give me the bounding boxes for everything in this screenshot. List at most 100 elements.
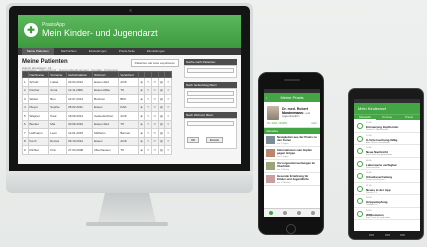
calendar-icon[interactable]: ▦ xyxy=(157,145,166,155)
list-item[interactable]: 24.05. Willkommen Ihre Praxis ist verbunde… xyxy=(354,208,420,220)
cell: Hoffmann xyxy=(27,128,50,138)
more-link[interactable]: mehr xyxy=(311,122,317,125)
table-row[interactable]: 7 Hoffmann Leon 14.01.2015 Mülheim Barmer ◉ ✎ ✉ ▦… xyxy=(22,128,172,138)
list-item[interactable]: 12.06. U-Untersuchung fällig Bitte Termin … xyxy=(354,133,420,145)
list-item[interactable]: 01.06. Neues in der App Version 2.1 xyxy=(354,183,420,195)
view-icon[interactable]: ◉ xyxy=(137,102,146,112)
nav-item-einstellungen[interactable]: Einstellungen xyxy=(84,48,112,55)
cell: TK xyxy=(118,119,139,129)
patients-table: Nachname Vorname Geburtsdatum Wohnort Ve… xyxy=(22,71,172,155)
view-icon[interactable]: ◉ xyxy=(137,85,146,95)
table-row[interactable]: 1 Schulz Lukas 03.04.2012 Essen-Süd AOK ◉ ✎ ✉ ▦ ✕ xyxy=(22,77,172,87)
view-icon[interactable]: ◉ xyxy=(137,111,146,121)
table-row[interactable]: 6 Becker Mia 30.06.2010 Essen-Süd TK ◉ ✎ ✉ ▦ ✕ xyxy=(22,119,172,129)
table-row[interactable]: 4 Meyer Sophie 05.02.2011 Essen DAK ◉ ✎ ✉ ▦ ✕ xyxy=(22,102,172,112)
list-item[interactable]: 08.06. Laborwerte verfügbar Jetzt ansehen xyxy=(354,158,420,170)
nav-item-praxis[interactable]: Praxis-Seite xyxy=(114,48,140,55)
app-title: Mein Kinder- und Jugendarzt xyxy=(42,28,158,38)
list-item[interactable]: 10.06. Neue Nachricht Ihre Praxis hat gean… xyxy=(354,145,420,158)
calendar-icon[interactable]: ▦ xyxy=(157,102,166,112)
app-logo-icon: ✚ xyxy=(24,23,38,37)
back-button-icon[interactable] xyxy=(369,234,374,236)
delete-icon[interactable]: ✕ xyxy=(164,77,172,87)
delete-icon[interactable]: ✕ xyxy=(164,111,172,121)
calendar-icon[interactable]: ▦ xyxy=(157,85,166,95)
calendar-tab-icon[interactable] xyxy=(283,211,287,215)
location-input[interactable] xyxy=(187,121,234,126)
calendar-icon[interactable]: ▦ xyxy=(157,136,166,146)
item-date: 05.06. xyxy=(366,172,373,174)
list-item[interactable]: 05.06. Urlaubsvertretung Praxis geschlosse… xyxy=(354,170,420,183)
imac-device: ✚ PraxisApp Mein Kinder- und Jugendarzt … xyxy=(6,3,253,193)
delete-icon[interactable]: ✕ xyxy=(164,102,172,112)
list-item[interactable]: 28.05. Grippeimpfung Termine frei xyxy=(354,195,420,208)
news-date: vor 1 Woche xyxy=(277,169,290,171)
search-box: Suche nach Patienten xyxy=(184,59,237,78)
cell: 12.11.2009 xyxy=(66,85,94,95)
cell: 27.03.2008 xyxy=(66,145,94,155)
calendar-icon[interactable]: ▦ xyxy=(157,128,166,138)
table-row[interactable]: 2 Fischer Anna 12.11.2009 Essen-Mitte TK ◉ ✎ ✉ ▦ ✕ xyxy=(22,85,172,95)
back-icon[interactable]: ‹ xyxy=(266,93,267,102)
table-row[interactable]: 3 Weber Ben 22.07.2014 Bochum BKK ◉ ✎ ✉ ▦ ✕ xyxy=(22,94,172,104)
settings-tab-icon[interactable] xyxy=(311,211,315,215)
home-button-icon[interactable] xyxy=(384,234,390,236)
cell: Emma xyxy=(48,136,68,146)
view-icon[interactable]: ◉ xyxy=(137,119,146,129)
cell: Essen xyxy=(92,136,120,146)
recent-apps-icon[interactable] xyxy=(400,234,405,236)
delete-icon[interactable]: ✕ xyxy=(164,85,172,95)
home-button[interactable] xyxy=(286,224,296,234)
delete-icon[interactable]: ✕ xyxy=(164,128,172,138)
calendar-icon[interactable]: ▦ xyxy=(157,77,166,87)
android-header: Mein Kinderarzt xyxy=(354,103,420,114)
delete-icon[interactable]: ✕ xyxy=(164,94,172,104)
search-input[interactable] xyxy=(187,68,234,73)
view-icon[interactable]: ◉ xyxy=(137,145,146,155)
ok-button[interactable]: OK xyxy=(187,137,200,143)
item-subtitle: Praxis Dr. Mustermann xyxy=(366,129,389,131)
item-date: 15.06. xyxy=(366,122,373,124)
news-date: vor 5 Tagen xyxy=(277,156,289,158)
calendar-icon[interactable]: ▦ xyxy=(157,111,166,121)
table-row[interactable]: 8 Koch Emma 09.10.2012 Essen AOK ◉ ✎ ✉ ▦ ✕ xyxy=(22,136,172,146)
news-item[interactable]: Gesunde Ernährung für Kinder und Jugendl… xyxy=(264,173,320,186)
calendar-icon[interactable]: ▦ xyxy=(157,119,166,129)
nav-item-settings[interactable]: Einstellungen xyxy=(142,48,170,55)
view-icon[interactable]: ◉ xyxy=(137,128,146,138)
cell: Becker xyxy=(27,119,50,129)
filter-sidebar: Suche nach Patienten Nach Geburtstag fil… xyxy=(184,59,237,153)
notification-icon xyxy=(357,185,363,192)
cell: Mülheim xyxy=(92,128,120,138)
list-item[interactable]: 15.06. Erinnerung Impftermin Praxis Dr. Mu… xyxy=(354,120,420,133)
news-item[interactable]: Neuigkeiten aus der Praxis zu den Ferien… xyxy=(264,134,320,147)
birthday-input[interactable] xyxy=(187,91,234,96)
phone-link[interactable]: Tel. 0201 123456 xyxy=(267,122,287,125)
nav-item-patienten[interactable]: Meine Patienten xyxy=(22,48,54,55)
iphone-header-title: Meine Praxis xyxy=(280,95,304,100)
news-item[interactable]: Vorsorgeuntersuchungen im Überblick vor … xyxy=(264,160,320,173)
export-button[interactable]: Patienten als Liste exportieren xyxy=(130,59,179,67)
table-row[interactable]: 5 Wagner Paul 18.09.2013 Gelsenkirchen AOK ◉ ✎ ✉… xyxy=(22,111,172,121)
delete-icon[interactable]: ✕ xyxy=(164,145,172,155)
cell: Lukas xyxy=(48,77,68,87)
view-icon[interactable]: ◉ xyxy=(137,94,146,104)
view-icon[interactable]: ◉ xyxy=(137,136,146,146)
home-tab-icon[interactable] xyxy=(269,211,273,215)
item-date: 12.06. xyxy=(366,134,373,137)
item-date: 10.06. xyxy=(366,147,373,149)
imac-foot xyxy=(86,222,168,226)
calendar-icon[interactable]: ▦ xyxy=(157,94,166,104)
news-item[interactable]: Informationen zum Impfen gegen Grippe vo… xyxy=(264,147,320,160)
iphone-screen: ‹ Meine Praxis Dr. med. Robert Musterman… xyxy=(264,89,320,217)
reset-button[interactable]: Zurück xyxy=(205,137,223,143)
nav-item-nachrichten[interactable]: Nachrichten xyxy=(56,48,82,55)
message-tab-icon[interactable] xyxy=(297,211,301,215)
table-row[interactable]: 9 Richter Finn 27.03.2008 Oberhausen TK ◉ ✎ ✉ ▦ ✕ xyxy=(22,145,172,155)
cell: Anna xyxy=(48,85,68,95)
birthday-input-to[interactable] xyxy=(187,98,234,103)
delete-icon[interactable]: ✕ xyxy=(164,136,172,146)
doctor-card[interactable]: Dr. med. Robert Mustermann Facharzt für … xyxy=(264,102,320,128)
view-icon[interactable]: ◉ xyxy=(137,77,146,87)
delete-icon[interactable]: ✕ xyxy=(164,119,172,129)
